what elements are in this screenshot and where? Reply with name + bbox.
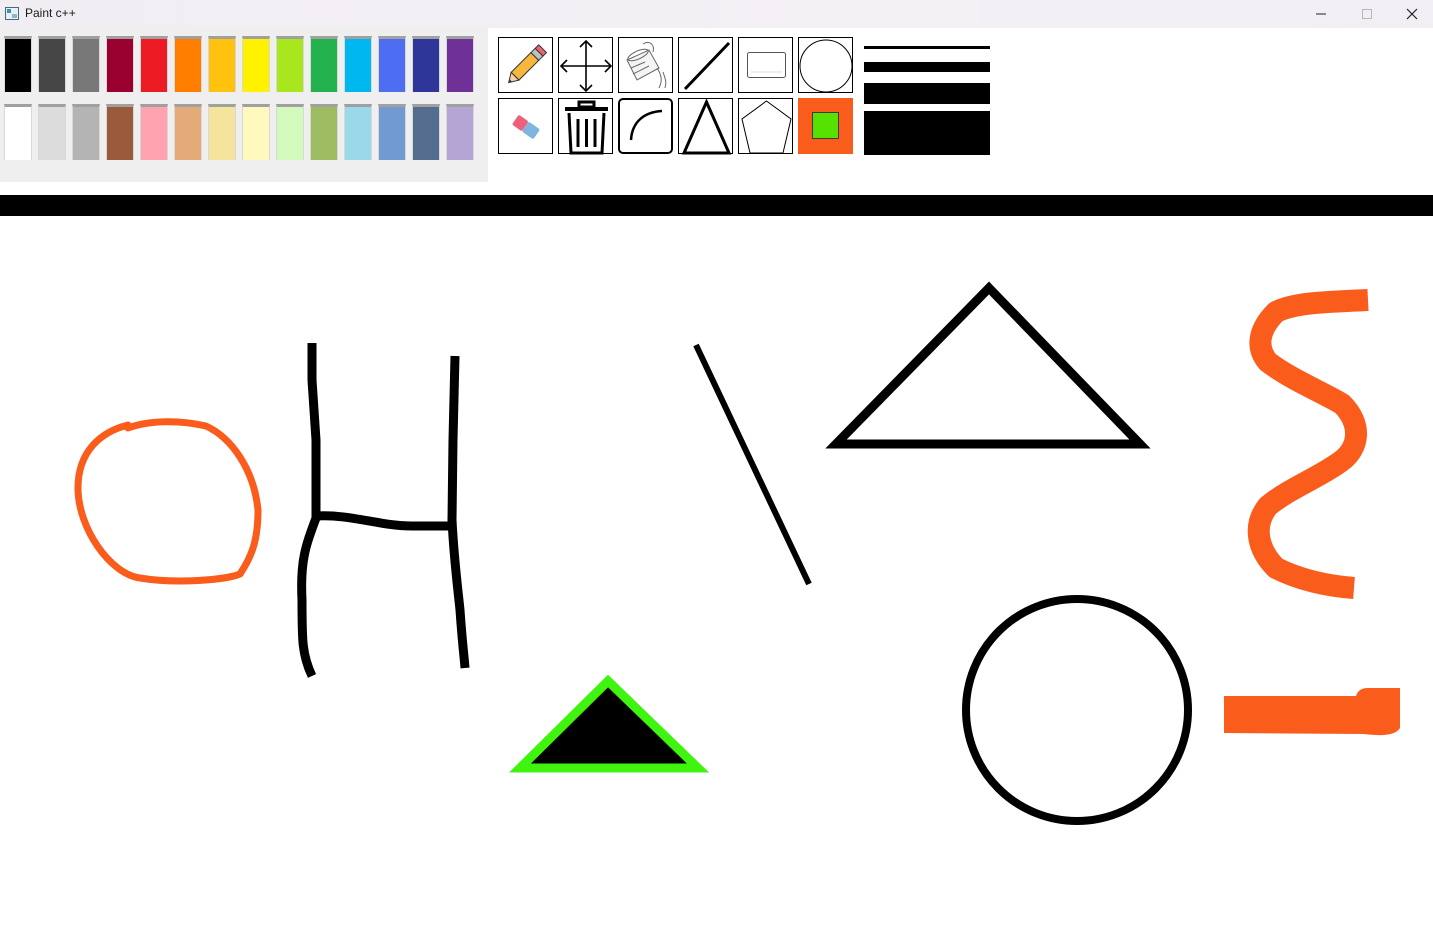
move-arrows-icon	[559, 39, 613, 93]
line-width-thin[interactable]	[864, 46, 990, 49]
drawing-canvas[interactable]	[0, 216, 1433, 928]
color-swatch[interactable]	[378, 36, 406, 92]
color-swatch[interactable]	[344, 104, 372, 160]
pentagon-icon	[741, 100, 792, 154]
maximize-icon	[1362, 9, 1372, 19]
curve-icon	[629, 109, 663, 141]
color-swatch[interactable]	[242, 104, 270, 160]
black-outline-triangle	[825, 281, 1151, 449]
color-swatch[interactable]	[446, 104, 474, 160]
toolbar-divider	[0, 195, 1433, 216]
app-icon	[5, 7, 19, 20]
triangle-tool-button[interactable]	[678, 98, 733, 155]
clear-tool-button[interactable]	[558, 98, 613, 155]
fill-color-swatch	[812, 112, 839, 139]
trash-icon	[565, 100, 608, 155]
fill-tool-button[interactable]	[618, 37, 673, 93]
move-tool-button[interactable]	[558, 37, 613, 93]
color-swatch[interactable]	[344, 36, 372, 92]
line-width-medium[interactable]	[864, 62, 990, 72]
curve-tool-button[interactable]	[618, 98, 673, 154]
color-swatch[interactable]	[4, 36, 32, 92]
color-swatch[interactable]	[310, 104, 338, 160]
color-swatch[interactable]	[208, 36, 236, 92]
black-outline-circle	[962, 595, 1192, 825]
color-swatch[interactable]	[412, 104, 440, 160]
minimize-button[interactable]	[1298, 0, 1344, 28]
pencil-icon	[507, 44, 548, 84]
color-swatch[interactable]	[174, 104, 202, 160]
filled-black-triangle	[509, 674, 710, 773]
window-title: Paint c++	[25, 6, 76, 20]
current-color-button[interactable]	[798, 98, 853, 154]
color-swatch[interactable]	[4, 104, 32, 160]
color-swatch[interactable]	[446, 36, 474, 92]
color-swatch[interactable]	[140, 104, 168, 160]
line-tool-button[interactable]	[678, 37, 733, 93]
line-icon	[683, 41, 731, 91]
color-swatch[interactable]	[208, 104, 236, 160]
line-width-thick[interactable]	[864, 83, 990, 104]
maximize-button[interactable]	[1344, 0, 1390, 28]
color-swatch[interactable]	[378, 104, 406, 160]
paint-bucket-icon	[626, 41, 667, 89]
color-swatch[interactable]	[140, 36, 168, 92]
eraser-icon	[512, 115, 540, 139]
color-swatch[interactable]	[412, 36, 440, 92]
orange-freehand-s	[1247, 289, 1369, 599]
black-freehand-h	[297, 343, 470, 678]
black-straight-line	[693, 343, 812, 586]
color-swatch[interactable]	[276, 36, 304, 92]
color-swatch[interactable]	[38, 36, 66, 92]
close-button[interactable]	[1389, 0, 1433, 28]
color-swatch[interactable]	[276, 104, 304, 160]
color-swatch[interactable]	[38, 104, 66, 160]
pencil-tool-button[interactable]	[498, 37, 553, 93]
line-width-extra-thick[interactable]	[864, 111, 990, 155]
pentagon-tool-button[interactable]	[738, 98, 793, 154]
color-swatch[interactable]	[310, 36, 338, 92]
rectangle-icon	[747, 52, 786, 78]
eraser-tool-button[interactable]	[498, 98, 553, 154]
close-icon	[1406, 8, 1418, 20]
title-bar: Paint c++	[0, 0, 1433, 28]
orange-freehand-bar	[1224, 688, 1400, 736]
orange-freehand-circle	[74, 418, 262, 585]
color-swatch[interactable]	[72, 104, 100, 160]
color-swatch[interactable]	[242, 36, 270, 92]
rectangle-tool-button[interactable]	[738, 37, 793, 93]
ellipse-tool-button[interactable]	[798, 37, 853, 93]
triangle-icon	[681, 99, 732, 155]
color-swatch[interactable]	[72, 36, 100, 92]
color-swatch[interactable]	[174, 36, 202, 92]
circle-icon	[799, 39, 853, 93]
minimize-icon	[1316, 13, 1326, 15]
color-swatch[interactable]	[106, 104, 134, 160]
color-swatch[interactable]	[106, 36, 134, 92]
